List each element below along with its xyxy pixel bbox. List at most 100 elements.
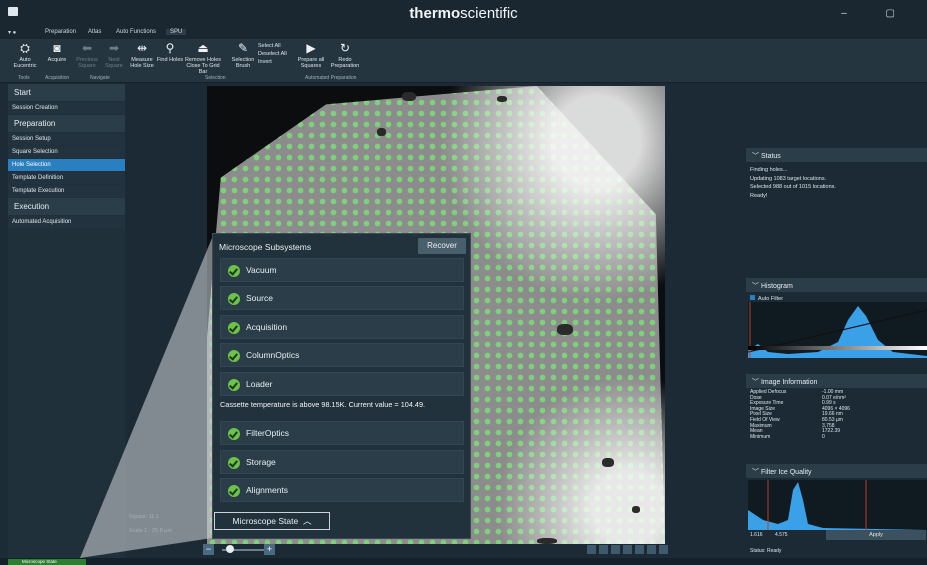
arrow-right-icon: ➡ [108, 41, 120, 55]
view-tool-icon[interactable] [587, 545, 596, 554]
group-selection: Selection [205, 75, 226, 81]
image-information-header[interactable]: ﹀ Image Information [746, 374, 927, 388]
chevron-down-icon: ﹀ [752, 379, 761, 386]
viewer-zoom-bar: − + [200, 544, 670, 556]
ribbon-tabs: ▾ ● Preparation Atlas Auto Functions SPU [0, 28, 927, 39]
nav-item-hole-selection[interactable]: Hole Selection [8, 159, 125, 171]
ice-contamination [632, 506, 640, 513]
next-square-button[interactable]: ➡ Next Square [99, 41, 129, 69]
microscope-state-button[interactable]: Microscope State ︿ [214, 512, 330, 530]
prepare-all-squares-button[interactable]: ▶ Prepare all Squares [296, 41, 326, 69]
subsystem-loader[interactable]: Loader [220, 372, 464, 396]
redo-preparation-button[interactable]: ↻ Redo Preparation [330, 41, 360, 69]
scale-label: Scale 1 : 25.8 µm [129, 528, 172, 534]
panel-title: Microscope Subsystems [219, 242, 312, 252]
subsystem-acquisition[interactable]: Acquisition [220, 315, 464, 339]
group-acquisition: Acquisition [45, 75, 70, 81]
check-icon [228, 428, 240, 440]
zoom-in-button[interactable]: + [264, 544, 275, 555]
recover-button[interactable]: Recover [418, 238, 466, 254]
ice-contamination [402, 92, 416, 101]
check-icon [228, 293, 240, 305]
ice-contamination [557, 324, 573, 335]
arrow-left-icon: ⬅ [81, 41, 93, 55]
subsystem-alignments[interactable]: Alignments [220, 478, 464, 502]
nav-item-square-selection[interactable]: Square Selection [8, 146, 125, 158]
nav-item-session-creation[interactable]: Session Creation [8, 102, 125, 114]
find-holes-button[interactable]: ⚲ Find Holes [155, 41, 185, 63]
group-automated-preparation: Automated Preparation [305, 75, 357, 81]
ice-quality-header[interactable]: ﹀ Filter Ice Quality [746, 464, 927, 478]
invert-button[interactable]: Invert [258, 58, 287, 66]
check-icon [228, 379, 240, 391]
selection-brush-button[interactable]: ✎ Selection Brush [228, 41, 258, 69]
nav-section-preparation[interactable]: Preparation [8, 115, 125, 132]
measure-hole-size-button[interactable]: ⇹ Measure Hole Size [127, 41, 157, 69]
zoom-out-button[interactable]: − [203, 544, 214, 555]
select-all-button[interactable]: Select All [258, 42, 287, 50]
check-icon [228, 265, 240, 277]
image-information-table: Applied Defocus -1.00 mm Dose 0.07 e/nm² E… [750, 389, 925, 440]
ice-contamination [497, 96, 507, 102]
view-tool-icon[interactable] [599, 545, 608, 554]
title-bar: thermoscientific – ▢ [0, 0, 927, 28]
window-controls[interactable]: – ▢ [841, 8, 913, 19]
nav-item-template-execution[interactable]: Template Execution [8, 185, 125, 197]
check-icon [228, 350, 240, 362]
acquire-button[interactable]: ◙ Acquire [42, 41, 72, 63]
status-log: Finding holes... Updating 1083 target lo… [750, 167, 836, 199]
info-row: Minimum 0 [750, 433, 825, 440]
nav-item-session-setup[interactable]: Session Setup [8, 133, 125, 145]
view-tool-icon[interactable] [611, 545, 620, 554]
auto-eucentric-button[interactable]: ⛭ Auto Eucentric [10, 41, 40, 69]
check-icon [228, 485, 240, 497]
subsystem-storage[interactable]: Storage [220, 450, 464, 474]
play-icon: ▶ [306, 41, 316, 55]
subsystem-vacuum[interactable]: Vacuum [220, 258, 464, 282]
previous-square-button[interactable]: ⬅ Previous Square [72, 41, 102, 69]
ribbon-group-labels: Tools Acquisition Navigate Selection Aut… [0, 74, 380, 83]
group-navigate: Navigate [90, 75, 110, 81]
view-tool-icon[interactable] [659, 545, 668, 554]
ice-contamination [377, 128, 386, 136]
ice-quality-chart[interactable] [748, 480, 927, 530]
brand-logo: thermoscientific [409, 5, 518, 22]
remove-holes-button[interactable]: ⏏ Remove Holes Close To Grid Bar [182, 41, 224, 75]
tab-auto-functions[interactable]: Auto Functions [116, 29, 156, 35]
histogram-panel-header[interactable]: ﹀ Histogram [746, 278, 927, 292]
nav-item-template-definition[interactable]: Template Definition [8, 172, 125, 184]
nav-section-execution[interactable]: Execution [8, 198, 125, 215]
microscope-state-indicator[interactable]: Microscope State [8, 559, 86, 565]
ice-quality-range: 1.616 4.575 [750, 532, 788, 538]
histogram-chart[interactable] [748, 302, 927, 358]
menu-icon[interactable]: ▾ ● [8, 29, 16, 36]
checkbox-icon [750, 295, 755, 300]
tab-atlas[interactable]: Atlas [88, 29, 101, 35]
brush-icon: ✎ [237, 41, 249, 55]
camera-icon: ◙ [53, 41, 61, 55]
ice-quality-status: Status: Ready [750, 548, 782, 554]
search-icon: ⚲ [165, 41, 175, 55]
tab-preparation[interactable]: Preparation [45, 29, 76, 35]
right-panel: ﹀ Status Finding holes... Updating 1083 … [744, 84, 927, 560]
square-size-label: Sqsize: 11.1 [129, 514, 159, 520]
nav-section-start[interactable]: Start [8, 84, 125, 101]
deselect-all-button[interactable]: Deselect All [258, 50, 287, 58]
nav-item-automated-acquisition[interactable]: Automated Acquisition [8, 216, 125, 228]
apply-button[interactable]: Apply [826, 530, 926, 540]
workflow-navigation: Start Session Creation Preparation Sessi… [8, 84, 125, 560]
zoom-slider-handle[interactable] [226, 545, 234, 553]
measure-icon: ⇹ [136, 41, 148, 55]
view-tool-icon[interactable] [635, 545, 644, 554]
subsystem-filteroptics[interactable]: FilterOptics [220, 421, 464, 445]
view-tool-icon[interactable] [623, 545, 632, 554]
status-panel-header[interactable]: ﹀ Status [746, 148, 927, 162]
chevron-down-icon: ﹀ [752, 153, 761, 160]
subsystem-columnoptics[interactable]: ColumnOptics [220, 343, 464, 367]
chevron-up-icon: ︿ [300, 516, 312, 526]
view-tool-icon[interactable] [647, 545, 656, 554]
selection-commands: Select All Deselect All Invert [258, 42, 287, 66]
tab-spu[interactable]: SPU [166, 29, 187, 35]
check-icon [228, 457, 240, 469]
subsystem-source[interactable]: Source [220, 286, 464, 310]
